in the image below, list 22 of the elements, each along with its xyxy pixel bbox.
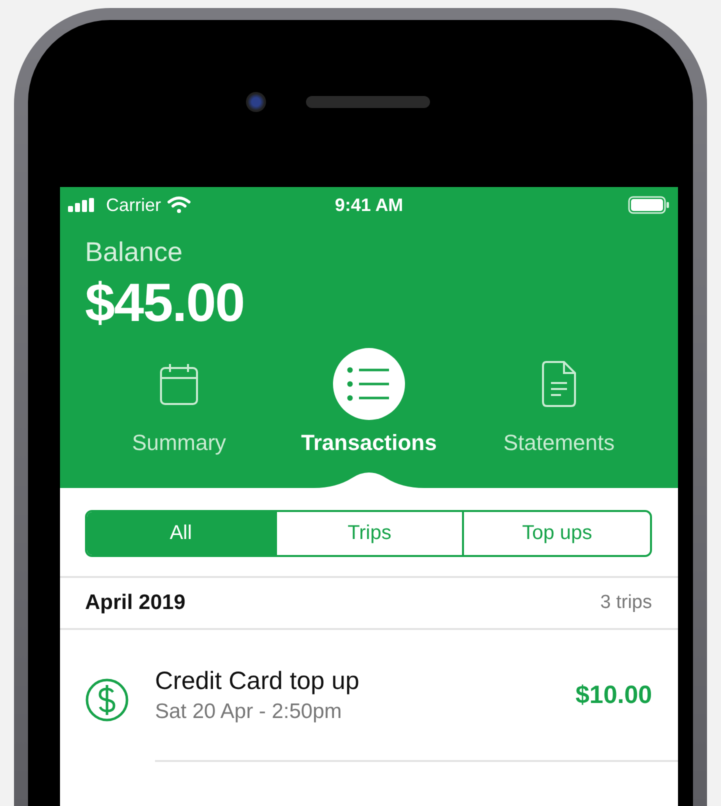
nav-tab[interactable]: Statements — [503, 348, 615, 456]
wifi-icon — [167, 196, 192, 214]
balance-label: Balance — [85, 237, 184, 268]
transaction-date: Sat 20 Apr - 2:50pm — [155, 700, 343, 724]
calendar-icon — [159, 362, 199, 406]
trip-count: 3 trips — [600, 592, 652, 614]
transaction-item[interactable]: Credit Card top up Sat 20 Apr - 2:50pm $10.00 — [155, 630, 678, 762]
nav-tab[interactable]: Summary — [132, 348, 226, 456]
section-title: April 2019 — [85, 591, 186, 615]
status-time: 9:41 AM — [334, 194, 404, 216]
transaction-title: Credit Card top up — [155, 666, 360, 696]
filter-segment[interactable]: All — [87, 512, 275, 555]
nav-tab[interactable]: Transactions — [301, 348, 437, 456]
list-icon — [347, 366, 391, 402]
balance-amount: $45.00 — [85, 272, 246, 334]
transaction-amount: $10.00 — [576, 680, 652, 710]
filter-segment[interactable]: Top ups — [462, 512, 650, 555]
battery-icon — [628, 196, 670, 214]
document-icon — [542, 361, 576, 407]
dollar-icon — [85, 678, 129, 722]
carrier-name: Carrier — [106, 194, 162, 216]
camera-icon — [246, 92, 266, 112]
